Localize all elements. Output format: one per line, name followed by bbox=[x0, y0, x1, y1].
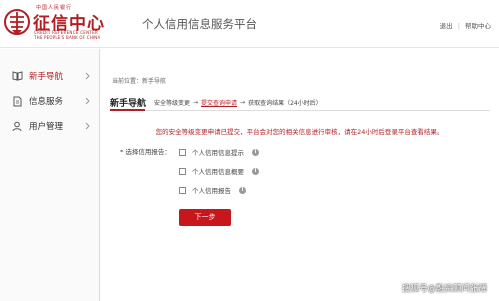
book-icon bbox=[11, 70, 23, 82]
info-icon[interactable]: i bbox=[239, 186, 246, 194]
option-label[interactable]: 个人信用信息提示 bbox=[192, 147, 244, 157]
notice-message: 您的安全等级变更申请已提交，平台会对您的相关信息进行审核，请在24小时后登录平台… bbox=[155, 128, 444, 136]
info-icon[interactable]: i bbox=[252, 148, 259, 156]
logo-english-line-2: THE PEOPLE'S BANK OF CHINA bbox=[34, 35, 101, 40]
seal-logo-icon bbox=[4, 9, 30, 35]
document-icon bbox=[11, 95, 23, 107]
step-arrow: → bbox=[240, 99, 246, 106]
chevron-right-icon bbox=[85, 97, 90, 105]
option-label[interactable]: 个人信用报告 bbox=[192, 185, 231, 195]
step-submit-query: 提交查询申请 bbox=[201, 100, 238, 107]
step-progress: 安全等级变更 → 提交查询申请 → 获取查询结果（24小时后） bbox=[154, 98, 322, 107]
info-icon[interactable]: i bbox=[252, 167, 259, 175]
credit-center-logo[interactable]: 中国人民银行 征信中心 CREDIT REFERENCE CENTER THE … bbox=[0, 0, 118, 48]
logout-link[interactable]: 退出 bbox=[440, 22, 453, 30]
sidebar-item-label: 用户管理 bbox=[29, 122, 64, 132]
step-security-level-change: 安全等级变更 bbox=[154, 100, 191, 107]
help-center-link[interactable]: 帮助中心 bbox=[465, 22, 491, 30]
option-credit-info-summary: 个人信用信息概要 i bbox=[179, 166, 259, 176]
chevron-right-icon bbox=[85, 122, 90, 130]
step-arrow: → bbox=[193, 99, 199, 106]
option-label[interactable]: 个人信用信息概要 bbox=[192, 166, 244, 176]
section-header: 新手导航 安全等级变更 → 提交查询申请 → 获取查询结果（24小时后） bbox=[110, 96, 490, 111]
sidebar-item-info-service[interactable]: 信息服务 bbox=[0, 90, 100, 112]
section-title: 新手导航 bbox=[110, 99, 147, 109]
link-separator: | bbox=[457, 22, 460, 30]
sidebar-item-label: 新手导航 bbox=[29, 72, 64, 82]
header: 中国人民银行 征信中心 CREDIT REFERENCE CENTER THE … bbox=[0, 0, 499, 48]
checkbox[interactable] bbox=[179, 186, 186, 194]
required-marker: * bbox=[120, 148, 124, 156]
report-select-label-text: 选择信用报告： bbox=[125, 148, 171, 156]
top-links: 退出 | 帮助中心 bbox=[440, 20, 491, 30]
checkbox[interactable] bbox=[179, 148, 186, 156]
section-title-underline bbox=[110, 109, 145, 111]
breadcrumb: 当前位置：新手导航 bbox=[112, 78, 167, 85]
sidebar-item-user-management[interactable]: 用户管理 bbox=[0, 115, 100, 137]
user-icon bbox=[11, 120, 23, 132]
sidebar-item-label: 信息服务 bbox=[29, 97, 64, 107]
sidebar-item-beginner-guide[interactable]: 新手导航 bbox=[0, 65, 100, 87]
next-step-button[interactable]: 下一步 bbox=[179, 209, 231, 226]
checkbox[interactable] bbox=[179, 167, 186, 175]
report-select-label: * 选择信用报告： bbox=[120, 146, 171, 156]
option-credit-info-prompt: 个人信用信息提示 i bbox=[179, 147, 259, 157]
step-get-result: 获取查询结果（24小时后） bbox=[248, 100, 322, 107]
watermark-text: 搜狐号@融资顾问张耀 bbox=[401, 284, 487, 294]
option-credit-report: 个人信用报告 i bbox=[179, 185, 246, 195]
main-content: 当前位置：新手导航 新手导航 安全等级变更 → 提交查询申请 → 获取查询结果（… bbox=[100, 49, 499, 301]
chevron-right-icon bbox=[85, 72, 90, 80]
sidebar: 新手导航 信息服务 用户管理 bbox=[0, 49, 100, 301]
platform-title: 个人信用信息服务平台 bbox=[142, 17, 257, 31]
